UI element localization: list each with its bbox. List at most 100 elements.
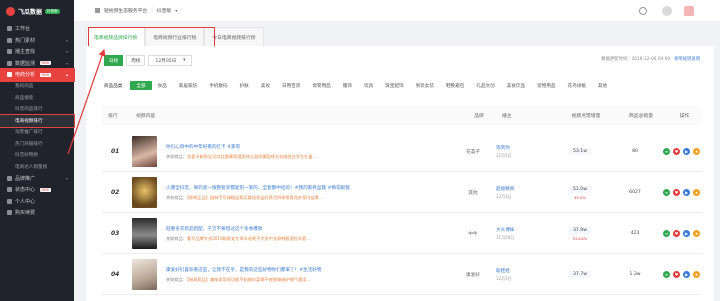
detail-icon[interactable]: ≡	[663, 148, 670, 155]
category-item[interactable]: 食品	[152, 81, 173, 90]
sub-item-goods-rank[interactable]: 抖音商品排行	[0, 104, 74, 116]
category-item[interactable]: 母婴用品	[306, 81, 336, 90]
category-item[interactable]: 美食饮品	[501, 81, 531, 90]
video-thumbnail[interactable]	[131, 177, 157, 208]
category-item[interactable]: 日用百货	[276, 81, 306, 90]
sub-item-good-things[interactable]: 抖音好物榜	[0, 150, 74, 162]
header-brand: 品牌	[474, 114, 484, 119]
goods-label: 关联商品：	[166, 276, 187, 282]
detail-icon[interactable]: ≡	[663, 230, 670, 237]
rank-number: 03	[111, 230, 120, 237]
new-badge: NEW	[40, 61, 51, 66]
star-icon[interactable]: ★	[693, 148, 700, 155]
sidebar-item-author-search[interactable]: 播主查找 ▾	[0, 46, 74, 58]
tab-brand-rank[interactable]: 电商视频品牌排行榜	[86, 27, 146, 46]
play-icon[interactable]: ▶	[683, 271, 690, 278]
category-item[interactable]: 其他	[592, 81, 613, 90]
play-icon[interactable]: ▶	[683, 230, 690, 237]
category-item[interactable]: 玩具	[358, 81, 379, 90]
date-value: 12月05日	[155, 58, 177, 64]
category-item[interactable]: 鞋靴箱包	[440, 81, 470, 90]
likes-change: 254.8%	[572, 235, 588, 241]
sub-item-talent-sales[interactable]: 电商达人销量榜	[0, 161, 74, 173]
goods-link[interactable]: 花荟子新款宝贝口红唇膏保湿女持久滋润雾面哑光丝绒显白学生礼盒...	[187, 154, 317, 159]
video-thumbnail[interactable]	[131, 136, 157, 167]
sidebar-item-hot-material[interactable]: 热门素材 ▾	[0, 35, 74, 47]
sidebar-item-personal[interactable]: 个人中心	[0, 196, 74, 208]
category-item[interactable]: 花鸟绿植	[562, 81, 592, 90]
category-all[interactable]: 全部	[130, 81, 152, 90]
week-rank-button[interactable]: 周榜	[126, 55, 146, 66]
main-panel: 日榜 周榜 12月05日 ▾ 数据更新时间：2019-12-06 04:00 榜单…	[86, 46, 714, 301]
avatar[interactable]	[662, 6, 672, 16]
rules-link[interactable]: 榜单规则说明	[674, 56, 700, 62]
header-sales[interactable]: 商品总销量	[615, 112, 667, 119]
category-item[interactable]: 护肤	[234, 81, 255, 90]
sub-item-taoke-rank[interactable]: 淘客推广排行	[0, 127, 74, 139]
product-switch[interactable]: 抖音版	[157, 7, 171, 14]
video-title[interactable]: 火爆全抖音，果的第一拨整套买都复刻一套的，全套都中招的！#我的家养盆栽 #梅花眼…	[166, 185, 450, 191]
video-title[interactable]: 康爱好们喜欢看这些，让我不在乎，是我的这些好物你们都来了！#生活好物	[166, 267, 450, 273]
brand-name: 飞瓜数据	[18, 9, 43, 16]
category-item[interactable]: 家居家纺	[173, 81, 203, 90]
star-icon[interactable]: ★	[693, 189, 700, 196]
sidebar-item-ecommerce[interactable]: 电商分析 NEW ▴	[0, 68, 75, 82]
star-icon[interactable]: ★	[693, 271, 700, 278]
goods-link[interactable]: 【原装正品】园林手写绿植盆栽买就送花盆好养活四季常青花卉室内盆景...	[187, 195, 323, 200]
fire-icon[interactable]: ♥	[673, 148, 680, 155]
likes-increment: 37.9w	[569, 226, 591, 234]
tab-today-rank[interactable]: 今日电商视频排行榜	[204, 27, 264, 46]
fire-icon[interactable]: ♥	[673, 189, 680, 196]
tab-industry-rank[interactable]: 电商视频行业排行榜	[145, 27, 205, 46]
sub-item-shop-rank[interactable]: 热门商铺排行	[0, 138, 74, 150]
chevron-down-icon: ▾	[65, 49, 68, 55]
category-item[interactable]: 美妆	[255, 81, 276, 90]
goods-link[interactable]: 【厨具用品】美味家用多功能不粘锅炒菜锅平底锅电磁炉燃气通用...	[187, 277, 310, 282]
play-icon[interactable]: ▶	[683, 189, 690, 196]
fire-icon[interactable]: ♥	[673, 271, 680, 278]
user-icon	[7, 49, 12, 55]
detail-icon[interactable]: ≡	[663, 189, 670, 196]
day-rank-button[interactable]: 日榜	[104, 55, 124, 66]
category-item[interactable]: 服饰	[337, 81, 358, 90]
sidebar-item-workbench[interactable]: 工作台	[0, 23, 74, 35]
star-icon[interactable]: ★	[693, 230, 700, 237]
likes-change: 45.5%	[573, 194, 587, 200]
sidebar-item-brand[interactable]: 品牌推广 ▾	[0, 173, 74, 185]
detail-icon[interactable]: ≡	[663, 271, 670, 278]
header-video: 视频内容	[136, 114, 156, 119]
video-thumbnail[interactable]	[131, 259, 157, 290]
headset-icon[interactable]	[639, 7, 647, 15]
sub-item-video-rank[interactable]: 电商视频排行	[0, 114, 75, 128]
play-icon[interactable]: ▶	[683, 148, 690, 155]
author-name[interactable]: 聪娃娃	[496, 268, 551, 274]
category-item[interactable]: 礼品文创	[470, 81, 500, 90]
sub-item-goods-search[interactable]: 商品搜索	[0, 92, 74, 104]
header-rank: 排行	[108, 114, 118, 119]
likes-increment: 53.1w	[569, 148, 591, 155]
video-title[interactable]: 你们心目中的中年好看的打卡 #家有	[166, 144, 450, 150]
header-likes[interactable]: 视频点赞增量	[557, 112, 615, 119]
author-name[interactable]: 大头博妹	[496, 227, 551, 233]
sidebar-item-pay[interactable]: 购买续费	[0, 207, 74, 219]
goods-link[interactable]: 奢华品牌大衣2019新款女冬季羊毛呢子大衣中长款韩版宽松外套...	[187, 236, 311, 241]
brand-logo[interactable]: 飞瓜数据 抖音版	[0, 0, 74, 23]
sidebar-item-status[interactable]: 状态中心 NEW	[0, 184, 74, 196]
video-thumbnail[interactable]	[131, 218, 157, 249]
fire-icon[interactable]: ♥	[673, 230, 680, 237]
video-title[interactable]: 轻奢冬衣新品搭配，千万不要错过这个冬季爆款	[166, 226, 450, 232]
home-icon[interactable]	[95, 8, 100, 13]
sub-item-my-goods[interactable]: 我的商品	[0, 81, 74, 93]
sidebar-item-monitor[interactable]: 数据监测 NEW ▾	[0, 58, 74, 70]
author-name[interactable]: 等到你	[496, 145, 551, 151]
category-item[interactable]: 珠宝配饰	[379, 81, 409, 90]
author-name[interactable]: 超级精英	[496, 186, 551, 192]
category-item[interactable]: 手机数码	[203, 81, 233, 90]
vip-icon[interactable]	[684, 6, 694, 16]
category-item[interactable]: 宠物用品	[531, 81, 561, 90]
category-item[interactable]: 男装女装	[410, 81, 440, 90]
category-filter: 商品品类 全部 食品 家居家纺 手机数码 护肤 美妆 日用百货 母婴用品 服饰 …	[104, 81, 700, 90]
date-picker[interactable]: 12月05日 ▾	[148, 55, 193, 66]
likes-increment: 51.0w	[569, 185, 591, 193]
category-label: 商品品类	[104, 83, 123, 89]
